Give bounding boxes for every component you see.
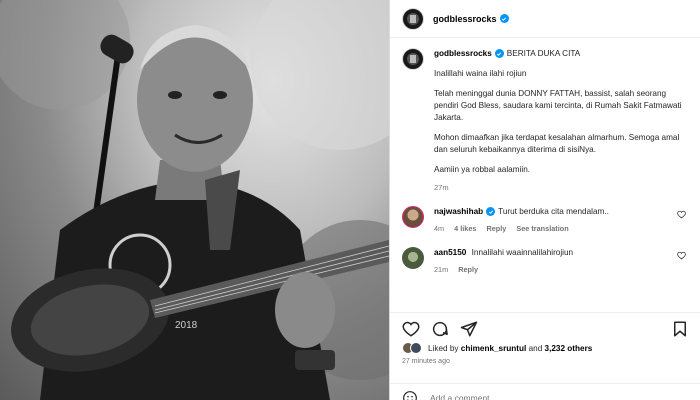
comment-time: 4m <box>434 224 445 233</box>
likes-prefix: Liked by <box>428 343 459 353</box>
comment-likes[interactable]: 4 likes <box>454 224 476 233</box>
author-avatar[interactable] <box>402 7 424 30</box>
author-username[interactable]: godblessrocks <box>433 14 497 24</box>
see-translation-button[interactable]: See translation <box>516 224 568 233</box>
commenter-username[interactable]: aan5150 <box>434 248 466 257</box>
reply-button[interactable]: Reply <box>458 265 478 274</box>
caption-title: BERITA DUKA CITA <box>506 49 581 58</box>
comment-item: aan5150 Innalilahi waainnalilahirojiun 2… <box>390 247 700 274</box>
add-comment-input[interactable] <box>430 393 689 400</box>
post-timestamp: 27 minutes ago <box>402 358 450 365</box>
caption-avatar[interactable] <box>402 48 424 70</box>
comment-time: 21m <box>434 265 449 274</box>
post-header: godblessrocks <box>390 0 700 38</box>
post-caption: godblessrocks BERITA DUKA CITA Inalillahi… <box>390 38 700 192</box>
caption-paragraph: Mohon dimaafkan jika terdapat kesalahan … <box>434 133 680 154</box>
reply-button[interactable]: Reply <box>486 224 506 233</box>
caption-timestamp: 27m <box>434 183 449 192</box>
heart-icon[interactable] <box>402 320 420 338</box>
emoji-icon[interactable] <box>402 390 418 400</box>
shirt-print-text: 2018 <box>175 320 198 331</box>
save-icon[interactable] <box>671 320 689 338</box>
caption-username[interactable]: godblessrocks <box>434 49 492 58</box>
comment-item: najwashihab Turut berduka cita mendalam..… <box>390 206 700 233</box>
add-comment-bar <box>390 383 700 400</box>
post-photo[interactable]: 2018 <box>0 0 389 400</box>
post-actions-bar <box>390 312 700 338</box>
heart-icon[interactable] <box>677 251 686 260</box>
commenter-avatar[interactable] <box>402 247 424 269</box>
comment-text: Innalilahi waainnalilahirojiun <box>471 248 574 257</box>
heart-icon[interactable] <box>677 210 686 219</box>
post-details-panel: godblessrocks godblessrocks BERITA DUKA C… <box>389 0 700 400</box>
likes-and: and <box>528 343 543 353</box>
caption-paragraph: Aamiin ya robbal aalamiin. <box>434 165 531 174</box>
comment-text: Turut berduka cita mendalam.. <box>498 207 609 216</box>
share-icon[interactable] <box>460 320 478 338</box>
caption-paragraph: Inalillahi waina ilahi rojiun <box>434 69 527 78</box>
verified-badge-icon <box>494 49 504 59</box>
commenter-avatar[interactable] <box>402 206 424 228</box>
verified-badge-icon <box>486 207 496 217</box>
commenter-username[interactable]: najwashihab <box>434 207 483 216</box>
liker-avatars[interactable] <box>402 342 422 354</box>
comment-icon[interactable] <box>431 320 449 338</box>
likes-user[interactable]: chimenk_sruntul <box>461 344 527 353</box>
verified-badge-icon <box>499 14 509 23</box>
likes-summary: Liked by chimenk_sruntul and 3,232 other… <box>402 342 592 354</box>
musician-photo: 2018 <box>0 0 389 400</box>
likes-count[interactable]: 3,232 others <box>545 344 593 353</box>
caption-paragraph: Telah meninggal dunia DONNY FATTAH, bass… <box>434 89 682 122</box>
